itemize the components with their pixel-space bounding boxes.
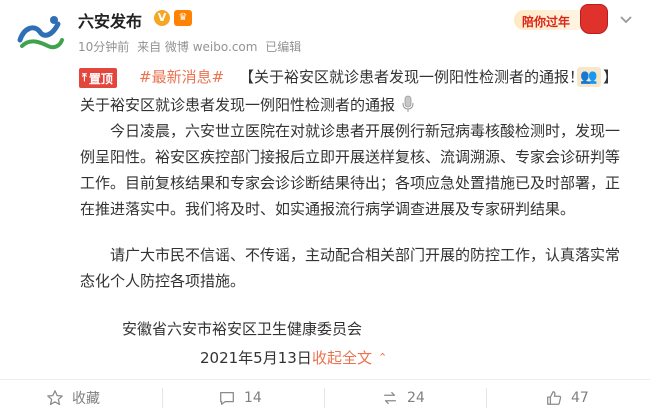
collapse-label: 收起全文	[312, 349, 373, 367]
repost-count: 24	[407, 389, 425, 406]
post-date: 2021年5月13日	[200, 349, 312, 367]
comment-button[interactable]: 14	[218, 380, 262, 415]
favorite-button[interactable]: 收藏	[46, 380, 100, 415]
chevron-up-icon: ⌃	[378, 351, 388, 364]
post-signature: 安徽省六安市裕安区卫生健康委员会	[122, 320, 363, 338]
post-meta: 10分钟前 来自 微博 weibo.com 已编辑	[78, 38, 305, 55]
pin-badge: ⤒ 置顶	[79, 68, 117, 88]
like-icon	[547, 390, 562, 405]
promo-badge-label: 陪你过年	[522, 15, 571, 29]
post-subtitle: 关于裕安区就诊患者发现一例阳性检测者的通报	[80, 96, 396, 114]
post-time[interactable]: 10分钟前	[78, 40, 129, 54]
more-icon[interactable]	[616, 10, 636, 30]
like-button[interactable]: 47	[545, 380, 589, 415]
vip-icon[interactable]: ♛	[174, 10, 192, 26]
post-paragraph: 请广大市民不信谣、不传谣，主动配合相关部门开展的防控工作，认真落实常态化个人防控…	[80, 246, 621, 290]
collapse-button[interactable]: 收起全文 ⌃	[312, 347, 387, 368]
pin-icon: ⤒	[82, 71, 87, 84]
comment-icon	[220, 391, 234, 405]
repost-button[interactable]: 24	[381, 380, 425, 415]
favorite-label: 收藏	[72, 390, 100, 407]
pin-label: 置顶	[88, 71, 113, 86]
account-name[interactable]: 六安发布	[78, 8, 142, 32]
hashtag-link[interactable]: #最新消息#	[139, 66, 224, 87]
mic-icon	[402, 95, 414, 113]
repost-icon	[383, 391, 397, 404]
headline-end: 】	[603, 68, 619, 86]
lucky-bag-icon	[580, 4, 608, 34]
post-paragraph: 今日凌晨，六安世立医院在对就诊患者开展例行新冠病毒核酸检测时，发现一例呈阳性。裕…	[80, 122, 621, 218]
avatar[interactable]	[14, 6, 66, 58]
like-count: 47	[571, 389, 589, 406]
people-emoji-icon: 👥	[577, 67, 601, 87]
star-icon	[47, 389, 63, 405]
verified-icon: V	[154, 10, 170, 26]
post-headline: 【关于裕安区就诊患者发现一例阳性检测者的通报！	[239, 68, 585, 86]
promo-badge[interactable]: 陪你过年	[514, 4, 608, 34]
comment-count: 14	[244, 389, 262, 406]
post-source: 来自 微博 weibo.com	[137, 40, 258, 54]
post-edited[interactable]: 已编辑	[265, 40, 301, 54]
